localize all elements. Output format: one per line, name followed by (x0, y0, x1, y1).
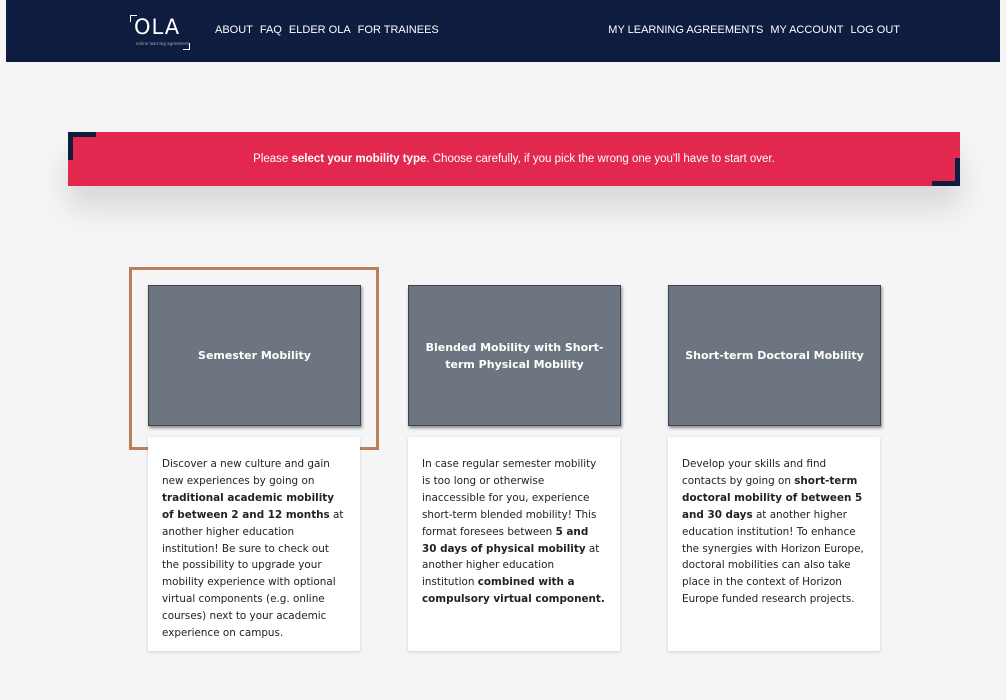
nav-link-elder-ola[interactable]: ELDER OLA (289, 24, 351, 36)
nav-link-about[interactable]: ABOUT (215, 24, 253, 36)
nav-link-my-account[interactable]: MY ACCOUNT (770, 24, 843, 36)
description-text: Discover a new culture and gain new expe… (162, 458, 330, 487)
corner-bracket-icon (932, 158, 960, 186)
blended-mobility-description: In case regular semester mobility is too… (408, 437, 620, 651)
blended-mobility-button[interactable]: Blended Mobility with Short-term Physica… (408, 285, 621, 426)
semester-mobility-description: Discover a new culture and gain new expe… (148, 437, 360, 651)
description-text: at another higher education institution!… (682, 508, 864, 606)
logo-subtext: online learning agreement (136, 41, 189, 46)
alert-suffix: . Choose carefully, if you pick the wron… (426, 153, 775, 165)
mobility-type-alert: Please select your mobility type. Choose… (68, 132, 960, 186)
nav-link-log-out[interactable]: LOG OUT (850, 24, 900, 36)
description-text: at another higher education institution!… (162, 508, 344, 640)
doctoral-mobility-description: Develop your skills and find contacts by… (668, 437, 880, 651)
description-bold-text: traditional academic mobility of between… (162, 491, 335, 521)
semester-mobility-button[interactable]: Semester Mobility (148, 285, 361, 426)
alert-bold: select your mobility type (291, 153, 427, 165)
nav-link-my-learning-agreements[interactable]: MY LEARNING AGREEMENTS (608, 24, 763, 36)
doctoral-mobility-button[interactable]: Short-term Doctoral Mobility (668, 285, 881, 426)
alert-prefix: Please (253, 153, 292, 165)
top-navbar: OLA online learning agreement ABOUT FAQ … (6, 0, 1000, 62)
nav-link-faq[interactable]: FAQ (260, 24, 282, 36)
alert-message: Please select your mobility type. Choose… (68, 132, 960, 186)
nav-link-for-trainees[interactable]: FOR TRAINEES (358, 24, 439, 36)
corner-bracket-icon (68, 132, 96, 160)
nav-left-menu: ABOUT FAQ ELDER OLA FOR TRAINEES (215, 24, 439, 36)
alert-text: Please select your mobility type. Choose… (253, 153, 775, 165)
logo-text: OLA (134, 15, 181, 39)
nav-right-menu: MY LEARNING AGREEMENTS MY ACCOUNT LOG OU… (608, 24, 900, 36)
ola-logo[interactable]: OLA online learning agreement (130, 13, 192, 53)
